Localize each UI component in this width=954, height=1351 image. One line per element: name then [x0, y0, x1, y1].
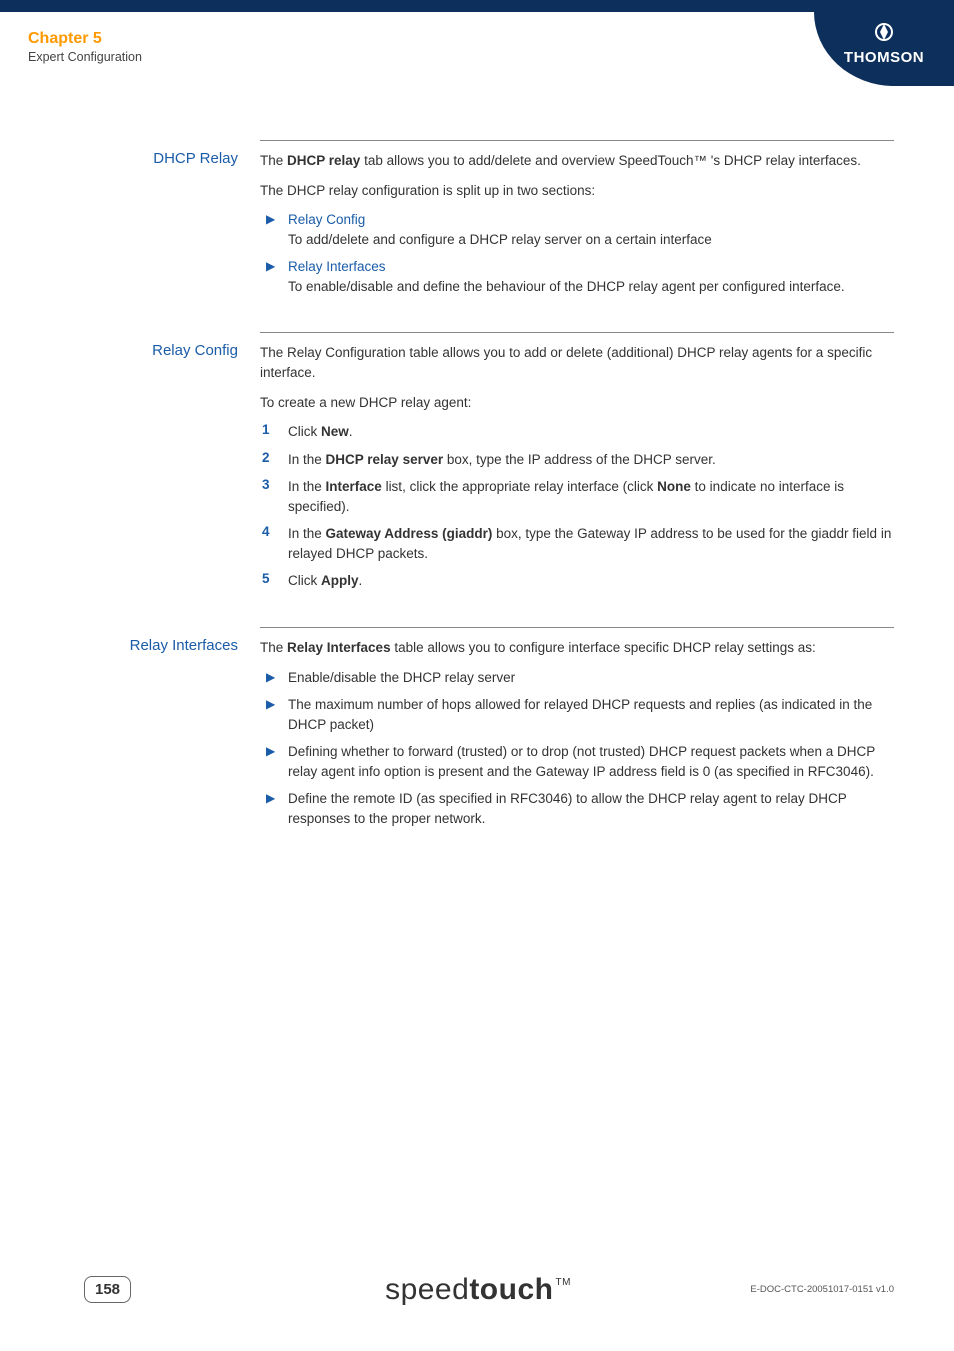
list-item: 4 In the Gateway Address (giaddr) box, t… — [260, 524, 894, 563]
bullet-text: Enable/disable the DHCP relay server — [288, 668, 894, 688]
section-label-dhcp-relay: DHCP Relay — [28, 140, 260, 304]
list-item: 1 Click New. — [260, 422, 894, 442]
bullet-text: Relay Config To add/delete and configure… — [288, 210, 894, 249]
bullet-title: Relay Config — [288, 212, 365, 227]
bullet-title: Relay Interfaces — [288, 259, 386, 274]
bullet-text: Define the remote ID (as specified in RF… — [288, 789, 894, 828]
paragraph: The Relay Interfaces table allows you to… — [260, 638, 894, 658]
text: To enable/disable and define the behavio… — [288, 279, 845, 294]
list-item: ▶ Enable/disable the DHCP relay server — [260, 668, 894, 688]
list-item: ▶ Define the remote ID (as specified in … — [260, 789, 894, 828]
text: The — [260, 640, 287, 655]
paragraph: The DHCP relay configuration is split up… — [260, 181, 894, 201]
paragraph: To create a new DHCP relay agent: — [260, 393, 894, 413]
chapter-subtitle: Expert Configuration — [28, 50, 142, 64]
section-body: The Relay Configuration table allows you… — [260, 332, 894, 599]
text-bold: Gateway Address (giaddr) — [326, 526, 493, 541]
bullet-arrow-icon: ▶ — [260, 668, 288, 688]
paragraph: The Relay Configuration table allows you… — [260, 343, 894, 382]
list-item: ▶ Relay Interfaces To enable/disable and… — [260, 257, 894, 296]
bullet-arrow-icon: ▶ — [260, 789, 288, 828]
text: In the — [288, 452, 326, 467]
text-bold: None — [657, 479, 691, 494]
top-bar — [0, 0, 954, 12]
page-footer: 158 speedtouchTM E-DOC-CTC-20051017-0151… — [0, 1253, 954, 1313]
paragraph: The DHCP relay tab allows you to add/del… — [260, 151, 894, 171]
text-bold: Interface — [326, 479, 382, 494]
text: The — [260, 153, 287, 168]
bullet-arrow-icon: ▶ — [260, 257, 288, 296]
step-number: 4 — [260, 524, 288, 563]
bullet-text: Defining whether to forward (trusted) or… — [288, 742, 894, 781]
logo-text-bold: touch — [469, 1273, 553, 1306]
chapter-header: Chapter 5 Expert Configuration — [28, 30, 142, 64]
text: Click — [288, 424, 321, 439]
step-text: Click Apply. — [288, 571, 894, 591]
section-label-relay-config: Relay Config — [28, 332, 260, 599]
bullet-arrow-icon: ▶ — [260, 695, 288, 734]
bullet-text: Relay Interfaces To enable/disable and d… — [288, 257, 894, 296]
step-number: 2 — [260, 450, 288, 470]
thomson-logo-icon — [814, 22, 954, 47]
text-bold: New — [321, 424, 349, 439]
text-bold: Apply — [321, 573, 359, 588]
text-bold: Relay Interfaces — [287, 640, 391, 655]
text: . — [359, 573, 363, 588]
section-dhcp-relay: DHCP Relay The DHCP relay tab allows you… — [28, 140, 894, 304]
text: tab allows you to add/delete and overvie… — [360, 153, 861, 168]
step-text: In the Interface list, click the appropr… — [288, 477, 894, 516]
list-item: 2 In the DHCP relay server box, type the… — [260, 450, 894, 470]
step-number: 1 — [260, 422, 288, 442]
text-bold: DHCP relay server — [326, 452, 444, 467]
content-area: DHCP Relay The DHCP relay tab allows you… — [28, 140, 894, 865]
text: In the — [288, 526, 326, 541]
list-item: ▶ Relay Config To add/delete and configu… — [260, 210, 894, 249]
text: table allows you to configure interface … — [391, 640, 816, 655]
section-relay-config: Relay Config The Relay Configuration tab… — [28, 332, 894, 599]
list-item: 5 Click Apply. — [260, 571, 894, 591]
step-text: In the DHCP relay server box, type the I… — [288, 450, 894, 470]
section-body: The Relay Interfaces table allows you to… — [260, 627, 894, 837]
step-text: Click New. — [288, 422, 894, 442]
bullet-arrow-icon: ▶ — [260, 742, 288, 781]
thomson-brand-text: THOMSON — [814, 49, 954, 66]
section-body: The DHCP relay tab allows you to add/del… — [260, 140, 894, 304]
text: To add/delete and configure a DHCP relay… — [288, 232, 712, 247]
text: Click — [288, 573, 321, 588]
list-item: ▶ Defining whether to forward (trusted) … — [260, 742, 894, 781]
bullet-text: The maximum number of hops allowed for r… — [288, 695, 894, 734]
thomson-badge: THOMSON — [814, 12, 954, 86]
text: list, click the appropriate relay interf… — [382, 479, 657, 494]
chapter-title: Chapter 5 — [28, 30, 142, 48]
text: . — [349, 424, 353, 439]
document-code: E-DOC-CTC-20051017-0151 v1.0 — [750, 1284, 894, 1295]
list-item: 3 In the Interface list, click the appro… — [260, 477, 894, 516]
text: In the — [288, 479, 326, 494]
text: box, type the IP address of the DHCP ser… — [443, 452, 716, 467]
list-item: ▶ The maximum number of hops allowed for… — [260, 695, 894, 734]
text-bold: DHCP relay — [287, 153, 360, 168]
step-text: In the Gateway Address (giaddr) box, typ… — [288, 524, 894, 563]
trademark-icon: TM — [555, 1277, 570, 1288]
logo-text-light: speed — [385, 1273, 469, 1306]
step-number: 5 — [260, 571, 288, 591]
section-relay-interfaces: Relay Interfaces The Relay Interfaces ta… — [28, 627, 894, 837]
section-label-relay-interfaces: Relay Interfaces — [28, 627, 260, 837]
step-number: 3 — [260, 477, 288, 516]
bullet-arrow-icon: ▶ — [260, 210, 288, 249]
